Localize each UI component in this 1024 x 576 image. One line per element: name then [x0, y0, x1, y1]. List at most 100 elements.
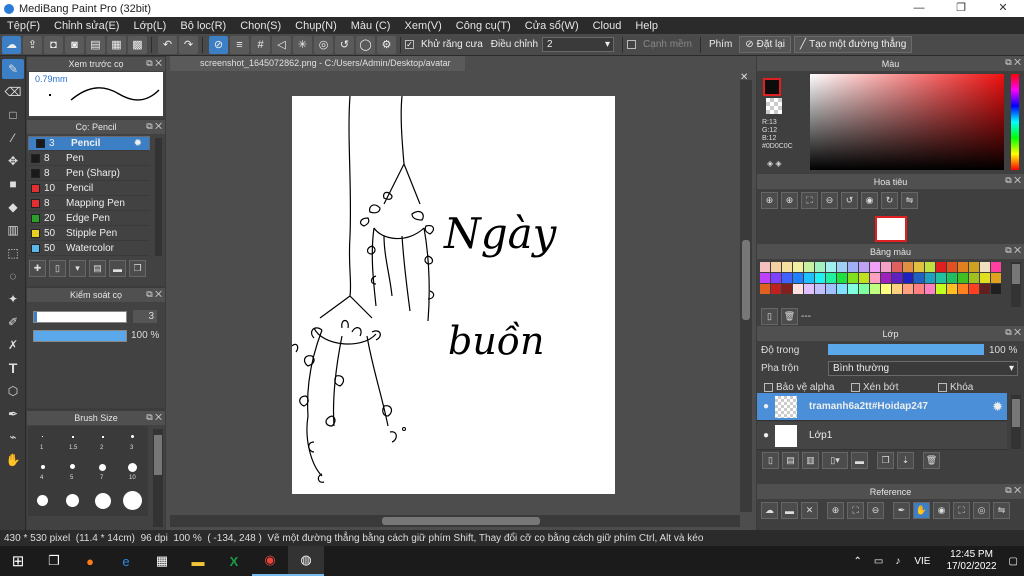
menu-select[interactable]: Chọn(S) [233, 20, 288, 32]
palette-swatch[interactable] [903, 284, 913, 294]
close-icon[interactable]: ✕ [801, 502, 818, 519]
menu-edit[interactable]: Chỉnh sửa(E) [47, 20, 126, 32]
palette-swatch[interactable] [991, 273, 1001, 283]
size-cell[interactable]: 5 [58, 456, 88, 486]
palette-swatch[interactable] [837, 262, 847, 272]
panel-close-icon[interactable]: ⧉ ✕ [1005, 245, 1021, 256]
pen-tool-icon[interactable]: ⌁ [2, 427, 24, 447]
primary-color-swatch[interactable] [763, 78, 781, 96]
reset-view-icon[interactable]: ◎ [973, 502, 990, 519]
palette-swatch[interactable] [826, 284, 836, 294]
shape-tool-icon[interactable]: □ [2, 105, 24, 125]
add-layer-menu-icon[interactable]: ▯▾ [822, 452, 848, 469]
brush-item[interactable]: 50 Stipple Pen [28, 226, 150, 241]
palette-swatch[interactable] [892, 262, 902, 272]
palette-swatch[interactable] [859, 262, 869, 272]
clock[interactable]: 12:45 PM 17/02/2022 [946, 549, 996, 573]
open-folder-icon[interactable]: ▬ [781, 502, 798, 519]
clipping-checkbox[interactable] [851, 383, 860, 392]
palette-swatch[interactable] [991, 262, 1001, 272]
menu-cloud[interactable]: Cloud [586, 20, 629, 32]
palette-swatch[interactable] [771, 284, 781, 294]
comment-icon[interactable]: ◘ [44, 35, 63, 54]
palette-swatch[interactable] [815, 284, 825, 294]
size-cell[interactable]: 3 [118, 426, 148, 456]
brush-item[interactable]: 50 Watercolor [28, 241, 150, 256]
palette-swatch[interactable] [837, 284, 847, 294]
edge-icon[interactable]: e [108, 546, 144, 576]
palette-swatch[interactable] [980, 262, 990, 272]
excel-icon[interactable]: X [216, 546, 252, 576]
palette-swatch[interactable] [760, 262, 770, 272]
rotate-left-icon[interactable]: ↺ [841, 192, 858, 209]
eyedropper-tool-icon[interactable]: ✒ [2, 404, 24, 424]
move-tool-icon[interactable]: ✥ [2, 151, 24, 171]
brush-item[interactable]: 20 Edge Pen [28, 211, 150, 226]
gear-icon[interactable]: ✹ [134, 137, 142, 150]
folder-icon[interactable]: ▬ [109, 260, 126, 277]
menu-file[interactable]: Tệp(F) [0, 20, 47, 32]
palette-swatch[interactable] [892, 273, 902, 283]
palette-swatch[interactable] [881, 284, 891, 294]
grid-icon[interactable]: ▩ [128, 35, 147, 54]
secondary-color-swatch[interactable] [766, 98, 782, 114]
palette-swatch[interactable] [804, 284, 814, 294]
palette-swatch[interactable] [826, 262, 836, 272]
horizontal-scrollbar[interactable] [170, 515, 740, 527]
cloud-icon[interactable]: ☁ [2, 35, 21, 54]
palette-swatch[interactable] [980, 273, 990, 283]
vertical-scrollbar[interactable] [740, 80, 752, 512]
size-cell[interactable] [88, 486, 118, 516]
snap-circle-icon[interactable]: ◎ [314, 35, 333, 54]
brush-item[interactable]: 8 Mapping Pen [28, 196, 150, 211]
snap-grid-icon[interactable]: # [251, 35, 270, 54]
zoom-in-icon[interactable]: ⊕ [761, 192, 778, 209]
chrome-icon[interactable]: ◉ [252, 546, 288, 576]
menu-window[interactable]: Cửa sổ(W) [518, 20, 586, 32]
palette-swatch[interactable] [881, 273, 891, 283]
menu-view[interactable]: Xem(V) [397, 20, 448, 32]
minimize-button[interactable]: — [898, 0, 940, 17]
eyedropper-icon[interactable]: ✒ [893, 502, 910, 519]
undo-icon[interactable]: ↶ [158, 35, 177, 54]
fill-tool-icon[interactable]: ■ [2, 174, 24, 194]
language-indicator[interactable]: VIE [914, 556, 930, 567]
palette-swatch[interactable] [969, 262, 979, 272]
palette-swatch[interactable] [793, 284, 803, 294]
size-cell[interactable] [118, 486, 148, 516]
brush-size-slider[interactable] [33, 311, 127, 323]
gear-icon[interactable]: ✹ [992, 399, 1003, 415]
menu-tools[interactable]: Công cụ(T) [449, 20, 518, 32]
panel-close-icon[interactable]: ⧉ ✕ [1005, 485, 1021, 496]
merge-layer-icon[interactable]: ⇣ [897, 452, 914, 469]
windows-start-icon[interactable]: ⊞ [0, 546, 36, 576]
notification-icon[interactable]: ▢ [1009, 556, 1018, 567]
palette-swatch[interactable] [958, 284, 968, 294]
palette-swatch[interactable] [936, 262, 946, 272]
snap-curve-icon[interactable]: ↺ [335, 35, 354, 54]
brush-tool-icon[interactable]: ✎ [2, 59, 24, 79]
store-icon[interactable]: ▦ [144, 546, 180, 576]
size-cell[interactable]: 1 [28, 426, 58, 456]
copy-icon[interactable]: ❐ [129, 260, 146, 277]
add-brush-icon[interactable]: ✚ [29, 260, 46, 277]
palette-swatch[interactable] [859, 284, 869, 294]
snap-perspective-icon[interactable]: ◁ [272, 35, 291, 54]
palette-swatch[interactable] [848, 273, 858, 283]
select-tool-icon[interactable]: ⬚ [2, 243, 24, 263]
palette-swatch[interactable] [892, 284, 902, 294]
size-cell[interactable]: 7 [88, 456, 118, 486]
new-layer-8bit-icon[interactable]: ▤ [782, 452, 799, 469]
antialias-checkbox[interactable]: ✓ [405, 40, 414, 49]
size-cell[interactable]: 4 [28, 456, 58, 486]
fit-icon[interactable]: ⛶ [847, 502, 864, 519]
text-tool-icon[interactable]: T [2, 358, 24, 378]
brush-menu-icon[interactable]: ▾ [69, 260, 86, 277]
fullscreen-icon[interactable]: ⛶ [953, 502, 970, 519]
palette-swatch[interactable] [793, 273, 803, 283]
correction-select[interactable]: 2 ▾ [542, 37, 615, 52]
blend-select[interactable]: Bình thường ▾ [828, 361, 1018, 376]
palette-swatch[interactable] [925, 273, 935, 283]
volume-icon[interactable]: ♪ [895, 556, 900, 567]
palette-swatch[interactable] [815, 273, 825, 283]
